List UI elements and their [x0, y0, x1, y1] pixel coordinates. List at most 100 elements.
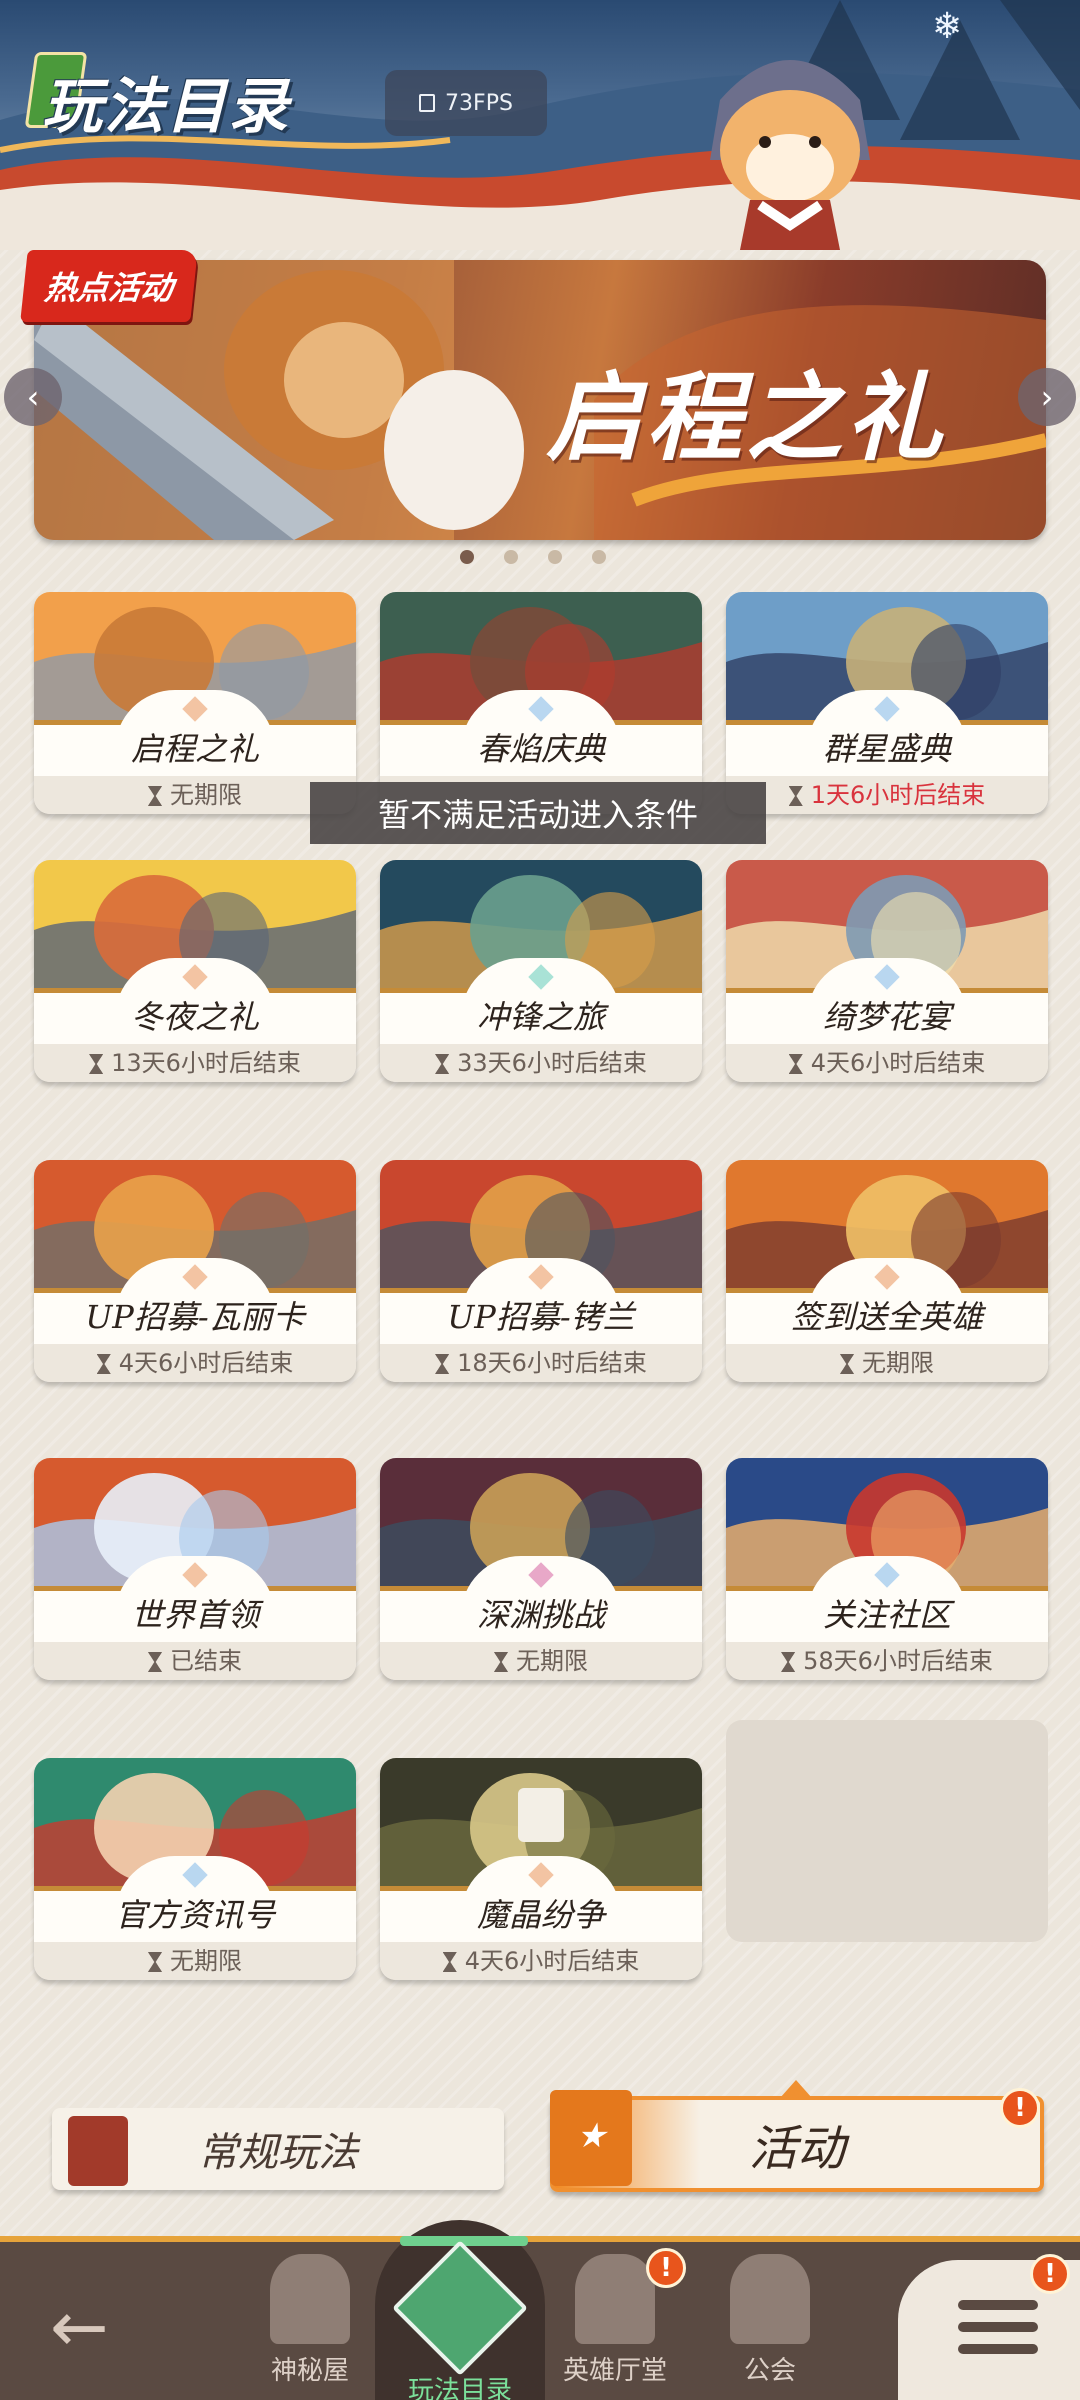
snowflake-icon: ❄: [932, 6, 963, 47]
activity-card[interactable]: 春焰庆典: [380, 592, 702, 814]
card-status-text: 无期限: [516, 1647, 588, 1675]
back-arrow-icon[interactable]: ←: [50, 2286, 109, 2368]
card-status: 1天6小时后结束: [726, 776, 1048, 814]
card-title: 签到送全英雄: [790, 1298, 983, 1336]
nav-item-guild[interactable]: 公会: [700, 2254, 840, 2394]
activity-card[interactable]: 冬夜之礼 13天6小时后结束: [34, 860, 356, 1082]
pagination-dot[interactable]: [460, 550, 474, 564]
card-title: 绮梦花宴: [822, 998, 951, 1036]
hourglass-icon: [442, 1952, 457, 1972]
activity-card[interactable]: 关注社区 58天6小时后结束: [726, 1458, 1048, 1680]
activity-card[interactable]: 群星盛典 1天6小时后结束: [726, 592, 1048, 814]
hero-hall-alert-badge: !: [646, 2248, 686, 2288]
card-title: 启程之礼: [130, 730, 259, 768]
card-status: 4天6小时后结束: [726, 1044, 1048, 1082]
lock-icon: [518, 1788, 564, 1842]
nav-item-mystery-house[interactable]: 神秘屋: [240, 2254, 380, 2394]
card-title: 世界首领: [130, 1596, 259, 1634]
menu-icon: [958, 2300, 1038, 2366]
card-status-text: 无期限: [170, 1947, 242, 1975]
hourglass-icon: [96, 1354, 111, 1374]
crossed-swords-icon: [730, 2254, 810, 2344]
hamster-mascot: [710, 60, 870, 250]
wizard-hat-icon: [270, 2254, 350, 2344]
card-title: 关注社区: [822, 1596, 951, 1634]
hourglass-icon: [840, 1354, 854, 1374]
activity-card[interactable]: 魔晶纷争 4天6小时后结束: [380, 1758, 702, 1980]
scroll-search-icon: [68, 2116, 128, 2186]
card-status-text: 4天6小时后结束: [118, 1349, 294, 1377]
page-title-text: 玩法目录: [42, 72, 290, 142]
events-button[interactable]: 活动: [550, 2090, 1044, 2192]
card-title: 魔晶纷争: [476, 1896, 605, 1934]
card-status-text: 33天6小时后结束: [457, 1049, 647, 1077]
star-banner-icon: [550, 2090, 632, 2186]
activity-card[interactable]: 冲锋之旅 33天6小时后结束: [380, 860, 702, 1082]
chevron-right-icon: ›: [1040, 378, 1054, 416]
hourglass-icon: [788, 1054, 803, 1074]
banner-pagination: [460, 550, 606, 564]
hourglass-icon: [781, 1652, 796, 1672]
activity-card[interactable]: 官方资讯号无期限: [34, 1758, 356, 1980]
card-status: 无期限: [726, 1344, 1048, 1382]
card-status-text: 无期限: [862, 1349, 934, 1377]
hourglass-icon: [148, 1652, 162, 1672]
fps-value: 73FPS: [445, 90, 513, 116]
toast-message: 暂不满足活动进入条件: [310, 782, 766, 844]
card-status: 18天6小时后结束: [380, 1344, 702, 1382]
activity-card[interactable]: 签到送全英雄无期限: [726, 1160, 1048, 1382]
hourglass-icon: [435, 1054, 450, 1074]
menu-alert-badge: !: [1030, 2254, 1070, 2294]
card-status: 无期限: [34, 776, 356, 814]
chevron-left-icon: ‹: [26, 378, 40, 416]
card-status: 33天6小时后结束: [380, 1044, 702, 1082]
card-status-text: 13天6小时后结束: [111, 1049, 301, 1077]
card-status-text: 无期限: [170, 781, 242, 809]
normal-modes-label: 常规玩法: [198, 2130, 358, 2176]
hourglass-icon: [148, 1952, 162, 1972]
card-status-text: 4天6小时后结束: [464, 1947, 640, 1975]
card-status-text: 1天6小时后结束: [810, 781, 986, 809]
hourglass-icon: [148, 786, 162, 806]
card-status-text: 58天6小时后结束: [803, 1647, 993, 1675]
nav-label: 英雄厅堂: [562, 2356, 667, 2386]
header: ❄ 玩法目录 73FPS: [0, 0, 1080, 250]
banner-prev-button[interactable]: ‹: [4, 368, 62, 426]
card-status: 无期限: [380, 1642, 702, 1680]
helmet-icon: [575, 2254, 655, 2344]
card-status: 13天6小时后结束: [34, 1044, 356, 1082]
card-title: 冲锋之旅: [476, 998, 605, 1036]
page-title: 玩法目录: [24, 52, 288, 142]
hourglass-icon: [89, 1054, 104, 1074]
card-title: 春焰庆典: [476, 730, 605, 768]
pagination-dot[interactable]: [504, 550, 518, 564]
copy-icon: [419, 94, 436, 112]
hot-event-tag: 热点活动: [20, 250, 198, 322]
catalog-diamond-icon: [392, 2240, 528, 2376]
card-status: 已结束: [34, 1642, 356, 1680]
activity-card[interactable]: 世界首领 已结束: [34, 1458, 356, 1680]
card-title: 深渊挑战: [476, 1596, 605, 1634]
card-title: 群星盛典: [822, 730, 951, 768]
banner-next-button[interactable]: ›: [1018, 368, 1076, 426]
activity-card[interactable]: UP招募-铐兰 18天6小时后结束: [380, 1160, 702, 1382]
empty-slot: [726, 1720, 1048, 1942]
banner-title: 启程之礼: [546, 361, 946, 474]
nav-label: 神秘屋: [270, 2356, 349, 2386]
pagination-dot[interactable]: [592, 550, 606, 564]
nav-item-play-catalog[interactable]: 玩法目录: [390, 2240, 530, 2400]
card-status: 无期限: [34, 1942, 356, 1980]
normal-modes-button[interactable]: 常规玩法: [52, 2108, 504, 2190]
events-alert-badge: !: [1000, 2088, 1040, 2128]
activity-card[interactable]: 深渊挑战无期限: [380, 1458, 702, 1680]
pagination-dot[interactable]: [548, 550, 562, 564]
activity-card[interactable]: UP招募-瓦丽卡 4天6小时后结束: [34, 1160, 356, 1382]
card-title: 官方资讯号: [114, 1896, 275, 1934]
events-label: 活动: [748, 2121, 845, 2177]
activity-card[interactable]: 启程之礼无期限: [34, 592, 356, 814]
card-status-text: 18天6小时后结束: [457, 1349, 647, 1377]
card-title: 冬夜之礼: [130, 998, 259, 1036]
card-title: UP招募-瓦丽卡: [85, 1298, 305, 1336]
activity-card[interactable]: 绮梦花宴 4天6小时后结束: [726, 860, 1048, 1082]
fps-counter: 73FPS: [385, 70, 547, 136]
